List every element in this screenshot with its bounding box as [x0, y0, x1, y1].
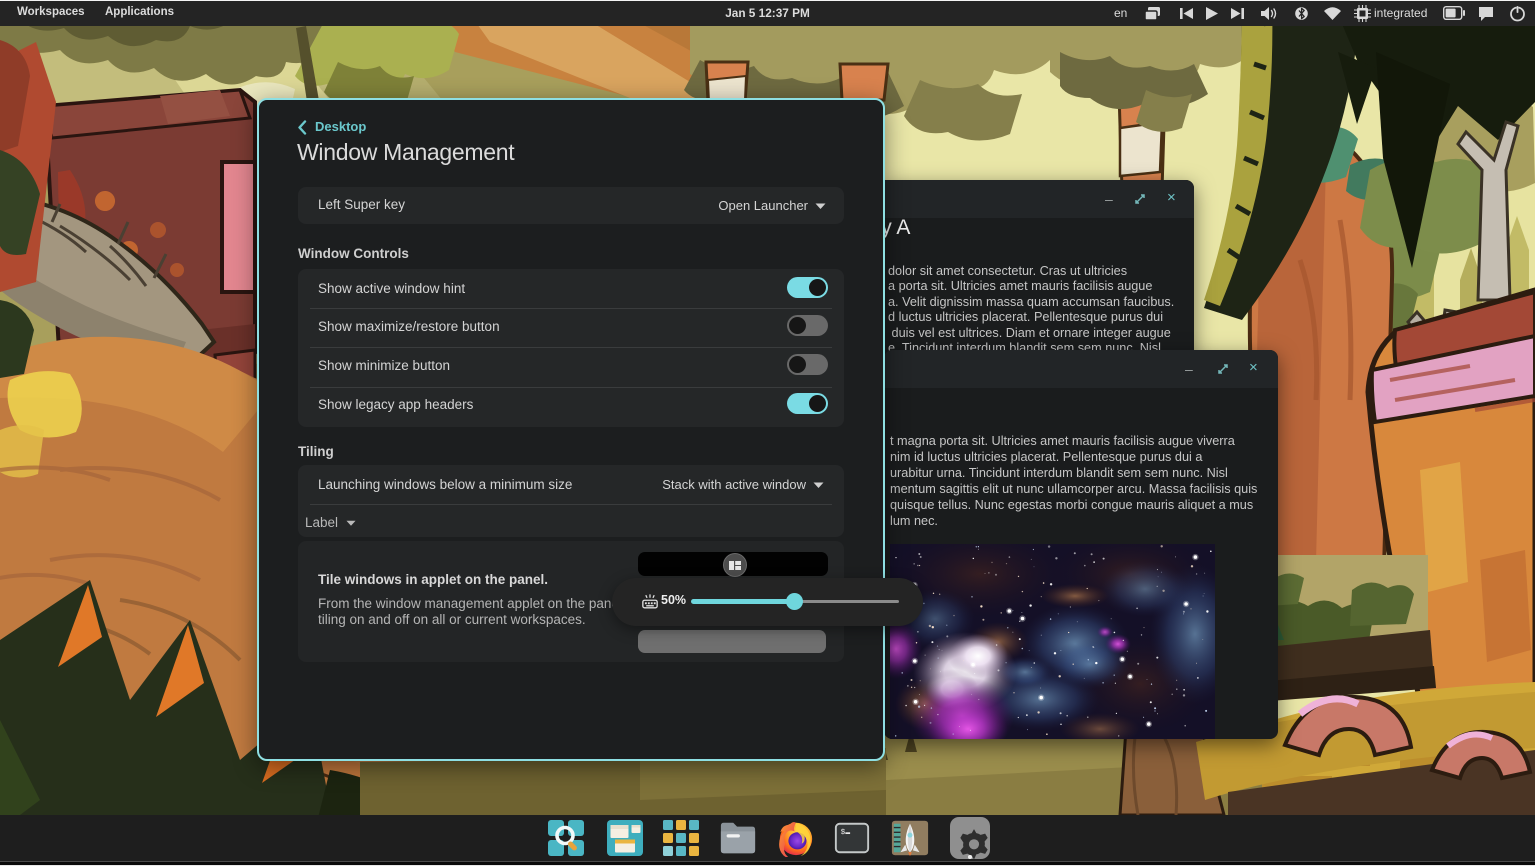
svg-text:$: $ — [841, 829, 846, 837]
